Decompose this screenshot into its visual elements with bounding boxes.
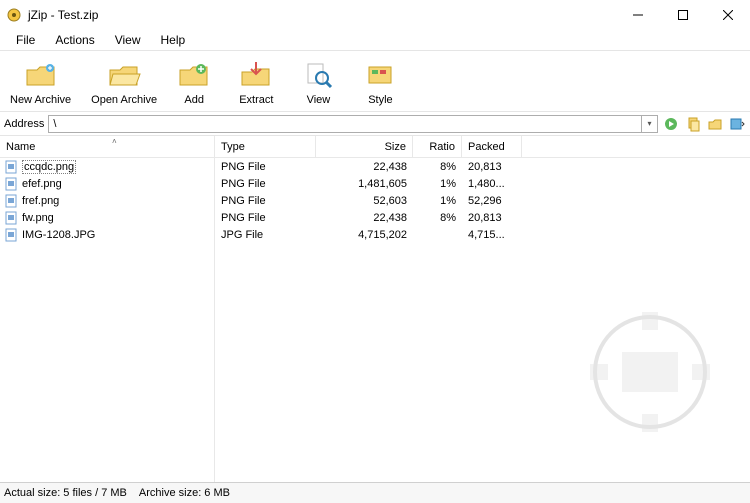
view-toggle-icon[interactable] bbox=[728, 115, 746, 133]
menu-view[interactable]: View bbox=[105, 31, 151, 49]
column-header-type[interactable]: Type bbox=[215, 136, 316, 157]
folder-small-icon[interactable] bbox=[706, 115, 724, 133]
file-name: fref.png bbox=[22, 195, 59, 207]
watermark-icon bbox=[570, 292, 730, 452]
file-list: Name ˄ ccqdc.png efef.png fref.png fw.png IM… bbox=[0, 136, 750, 482]
column-header-name[interactable]: Name ˄ bbox=[0, 136, 214, 158]
go-icon[interactable] bbox=[662, 115, 680, 133]
style-icon bbox=[363, 58, 397, 92]
file-size: 1,481,605 bbox=[316, 178, 413, 190]
header-label: Name bbox=[6, 141, 35, 153]
file-ratio: 8% bbox=[413, 212, 462, 224]
maximize-button[interactable] bbox=[660, 0, 705, 30]
window-title: jZip - Test.zip bbox=[28, 8, 98, 22]
file-name: IMG-1208.JPG bbox=[22, 229, 95, 241]
file-size: 52,603 bbox=[316, 195, 413, 207]
file-size: 4,715,202 bbox=[316, 229, 413, 241]
menubar: File Actions View Help bbox=[0, 30, 750, 50]
folder-new-icon bbox=[24, 58, 58, 92]
file-type: PNG File bbox=[215, 178, 316, 190]
name-column: Name ˄ ccqdc.png efef.png fref.png fw.png IM… bbox=[0, 136, 215, 482]
status-actual: Actual size: 5 files / 7 MB bbox=[4, 487, 139, 499]
file-row[interactable]: fref.png bbox=[0, 192, 214, 209]
file-icon bbox=[4, 160, 18, 174]
file-row[interactable]: efef.png bbox=[0, 175, 214, 192]
address-dropdown[interactable]: ▾ bbox=[642, 115, 658, 133]
menu-file[interactable]: File bbox=[6, 31, 45, 49]
file-details-row[interactable]: JPG File4,715,202 4,715... bbox=[215, 226, 750, 243]
toolbar-label: New Archive bbox=[10, 94, 71, 106]
close-button[interactable] bbox=[705, 0, 750, 30]
file-ratio: 8% bbox=[413, 161, 462, 173]
file-details-row[interactable]: PNG File52,6031%52,296 bbox=[215, 192, 750, 209]
app-icon bbox=[6, 7, 22, 23]
view-button[interactable]: View bbox=[295, 56, 341, 108]
minimize-button[interactable] bbox=[615, 0, 660, 30]
column-header-size[interactable]: Size bbox=[316, 136, 413, 157]
sort-indicator-icon: ˄ bbox=[112, 137, 117, 146]
file-packed: 4,715... bbox=[462, 229, 522, 241]
copy-icon[interactable] bbox=[684, 115, 702, 133]
file-packed: 52,296 bbox=[462, 195, 522, 207]
file-details-row[interactable]: PNG File1,481,6051%1,480... bbox=[215, 175, 750, 192]
file-icon bbox=[4, 177, 18, 191]
file-details-row[interactable]: PNG File22,4388%20,813 bbox=[215, 209, 750, 226]
address-input[interactable] bbox=[48, 115, 642, 133]
folder-add-icon bbox=[177, 58, 211, 92]
file-type: PNG File bbox=[215, 161, 316, 173]
address-bar: Address ▾ bbox=[0, 112, 750, 136]
new-archive-button[interactable]: New Archive bbox=[4, 56, 77, 108]
toolbar-label: Add bbox=[184, 94, 204, 106]
file-row[interactable]: IMG-1208.JPG bbox=[0, 226, 214, 243]
details-columns: Type Size Ratio Packed PNG File22,4388%2… bbox=[215, 136, 750, 482]
folder-open-icon bbox=[107, 58, 141, 92]
file-icon bbox=[4, 228, 18, 242]
toolbar-label: Extract bbox=[239, 94, 273, 106]
status-bar: Actual size: 5 files / 7 MB Archive size… bbox=[0, 482, 750, 503]
address-label: Address bbox=[4, 118, 48, 130]
toolbar-label: Open Archive bbox=[91, 94, 157, 106]
extract-button[interactable]: Extract bbox=[233, 56, 279, 108]
status-archive: Archive size: 6 MB bbox=[139, 487, 242, 499]
style-button[interactable]: Style bbox=[357, 56, 403, 108]
add-button[interactable]: Add bbox=[171, 56, 217, 108]
file-packed: 1,480... bbox=[462, 178, 522, 190]
file-type: PNG File bbox=[215, 195, 316, 207]
file-ratio: 1% bbox=[413, 195, 462, 207]
column-header-packed[interactable]: Packed bbox=[462, 136, 522, 157]
window-controls bbox=[615, 0, 750, 30]
magnifier-icon bbox=[301, 58, 335, 92]
file-name: ccqdc.png bbox=[22, 160, 76, 174]
toolbar: New Archive Open Archive Add Extrac bbox=[0, 50, 750, 112]
menu-help[interactable]: Help bbox=[151, 31, 196, 49]
file-packed: 20,813 bbox=[462, 161, 522, 173]
file-packed: 20,813 bbox=[462, 212, 522, 224]
file-details-row[interactable]: PNG File22,4388%20,813 bbox=[215, 158, 750, 175]
file-type: JPG File bbox=[215, 229, 316, 241]
menu-actions[interactable]: Actions bbox=[45, 31, 104, 49]
file-type: PNG File bbox=[215, 212, 316, 224]
toolbar-label: Style bbox=[368, 94, 392, 106]
toolbar-label: View bbox=[307, 94, 331, 106]
file-icon bbox=[4, 194, 18, 208]
folder-extract-icon bbox=[239, 58, 273, 92]
file-size: 22,438 bbox=[316, 161, 413, 173]
file-size: 22,438 bbox=[316, 212, 413, 224]
file-row[interactable]: ccqdc.png bbox=[0, 158, 214, 175]
titlebar: jZip - Test.zip bbox=[0, 0, 750, 30]
open-archive-button[interactable]: Open Archive bbox=[85, 56, 163, 108]
file-icon bbox=[4, 211, 18, 225]
file-row[interactable]: fw.png bbox=[0, 209, 214, 226]
column-headers: Type Size Ratio Packed bbox=[215, 136, 750, 158]
file-name: efef.png bbox=[22, 178, 62, 190]
column-header-ratio[interactable]: Ratio bbox=[413, 136, 462, 157]
file-ratio: 1% bbox=[413, 178, 462, 190]
file-name: fw.png bbox=[22, 212, 54, 224]
